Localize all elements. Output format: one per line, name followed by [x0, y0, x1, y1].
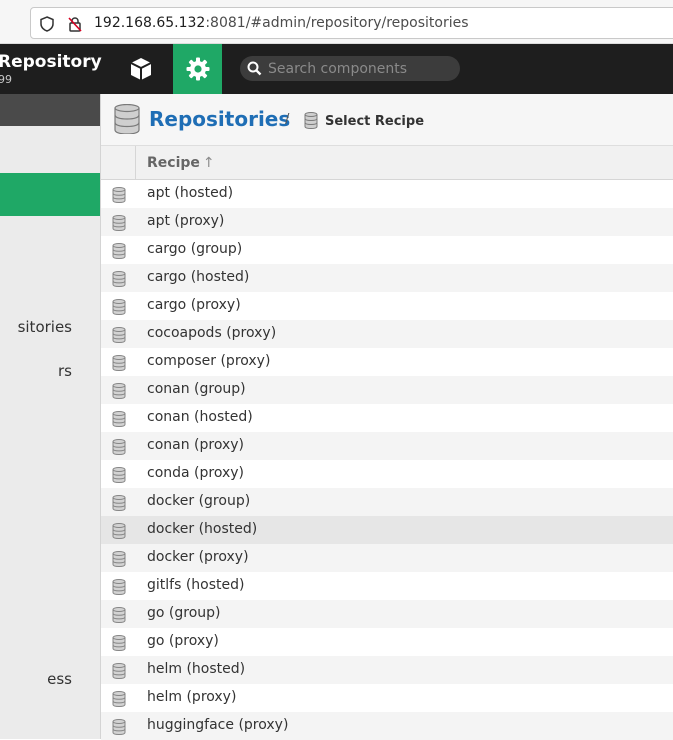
sidebar-item-selected[interactable] [0, 173, 100, 216]
database-icon [112, 523, 126, 543]
database-icon [112, 635, 126, 655]
breadcrumb-repositories-link[interactable]: Repositories [149, 107, 290, 131]
recipe-label: cargo (group) [147, 241, 243, 257]
administration-button[interactable] [173, 44, 222, 94]
sort-ascending-icon: ↑ [202, 155, 215, 171]
recipe-label: docker (hosted) [147, 521, 258, 537]
table-row[interactable]: cocoapods (proxy) [101, 320, 673, 348]
sidebar-item-blob-stores[interactable]: rs [58, 362, 72, 380]
recipe-label: huggingface (proxy) [147, 717, 289, 733]
table-row[interactable]: cargo (group) [101, 236, 673, 264]
sidebar-header [0, 94, 100, 126]
url-text[interactable]: 192.168.65.132:8081/#admin/repository/re… [94, 15, 469, 31]
database-icon [112, 663, 126, 683]
recipe-label: docker (group) [147, 493, 251, 509]
grid-header: Recipe ↑ [101, 146, 673, 180]
search-box[interactable] [240, 56, 460, 81]
table-row[interactable]: docker (group) [101, 488, 673, 516]
breadcrumb-separator: / [285, 112, 290, 127]
table-row[interactable]: composer (proxy) [101, 348, 673, 376]
recipe-label: conan (proxy) [147, 437, 245, 453]
database-icon [112, 355, 126, 375]
database-icon [112, 439, 126, 459]
table-row[interactable]: conda (proxy) [101, 460, 673, 488]
main-panel: Repositories / Select Recipe Recipe ↑ apt… [101, 94, 673, 740]
table-row[interactable]: docker (hosted) [101, 516, 673, 544]
database-icon [112, 467, 126, 487]
breadcrumb-current: Select Recipe [325, 114, 425, 129]
sidebar-item-access[interactable]: ess [47, 670, 72, 688]
recipe-label: go (group) [147, 605, 221, 621]
table-row[interactable]: cargo (hosted) [101, 264, 673, 292]
recipe-label: docker (proxy) [147, 549, 249, 565]
table-row[interactable]: gitlfs (hosted) [101, 572, 673, 600]
database-icon [114, 104, 140, 134]
database-icon [112, 495, 126, 515]
database-icon [112, 383, 126, 403]
recipe-label: conan (hosted) [147, 409, 253, 425]
recipe-label: helm (proxy) [147, 689, 237, 705]
table-row[interactable]: go (proxy) [101, 628, 673, 656]
recipe-label: cocoapods (proxy) [147, 325, 277, 341]
database-icon [112, 215, 126, 235]
table-row[interactable]: helm (hosted) [101, 656, 673, 684]
column-header-recipe[interactable]: Recipe ↑ [147, 155, 215, 171]
recipe-label: go (proxy) [147, 633, 219, 649]
search-icon [247, 61, 262, 76]
url-path: :8081/#admin/repository/repositories [205, 15, 469, 31]
table-row[interactable]: huggingface (proxy) [101, 712, 673, 740]
database-icon [112, 271, 126, 291]
database-icon [112, 299, 126, 319]
recipe-label: conda (proxy) [147, 465, 245, 481]
database-icon [112, 579, 126, 599]
brand-title: Repository [0, 52, 102, 72]
table-row[interactable]: go (group) [101, 600, 673, 628]
recipe-label: composer (proxy) [147, 353, 271, 369]
database-icon [112, 327, 126, 347]
recipe-label: cargo (proxy) [147, 297, 241, 313]
database-icon [112, 719, 126, 739]
column-header-label: Recipe [147, 155, 200, 171]
icon-column-header [101, 146, 136, 180]
database-icon [304, 112, 318, 129]
database-icon [112, 551, 126, 571]
browser-toolbar: 192.168.65.132:8081/#admin/repository/re… [0, 0, 673, 44]
browse-button[interactable] [118, 44, 164, 94]
recipe-list: apt (hosted) apt (proxy) cargo (group) carg… [101, 180, 673, 740]
table-row[interactable]: docker (proxy) [101, 544, 673, 572]
app-header: Repository 99 [0, 44, 673, 94]
recipe-label: gitlfs (hosted) [147, 577, 245, 593]
recipe-label: conan (group) [147, 381, 246, 397]
database-icon [112, 187, 126, 207]
table-row[interactable]: helm (proxy) [101, 684, 673, 712]
table-row[interactable]: cargo (proxy) [101, 292, 673, 320]
recipe-label: cargo (hosted) [147, 269, 250, 285]
brand-version: 99 [0, 73, 12, 86]
database-icon [112, 243, 126, 263]
database-icon [112, 691, 126, 711]
sidebar: sitories rs ess [0, 94, 101, 739]
url-host: 192.168.65.132 [94, 15, 206, 31]
recipe-label: apt (proxy) [147, 213, 225, 229]
search-input[interactable] [268, 58, 453, 79]
table-row[interactable]: conan (group) [101, 376, 673, 404]
cube-icon [130, 58, 152, 80]
table-row[interactable]: conan (proxy) [101, 432, 673, 460]
breadcrumb: Repositories / Select Recipe [101, 94, 673, 146]
address-bar[interactable]: 192.168.65.132:8081/#admin/repository/re… [30, 7, 673, 39]
recipe-label: helm (hosted) [147, 661, 246, 677]
table-row[interactable]: apt (proxy) [101, 208, 673, 236]
insecure-lock-icon[interactable] [67, 16, 83, 32]
table-row[interactable]: conan (hosted) [101, 404, 673, 432]
table-row[interactable]: apt (hosted) [101, 180, 673, 208]
database-icon [112, 607, 126, 627]
recipe-label: apt (hosted) [147, 185, 234, 201]
database-icon [112, 411, 126, 431]
shield-icon[interactable] [39, 16, 55, 32]
sidebar-item-repositories[interactable]: sitories [18, 318, 72, 336]
gear-icon [186, 57, 209, 81]
